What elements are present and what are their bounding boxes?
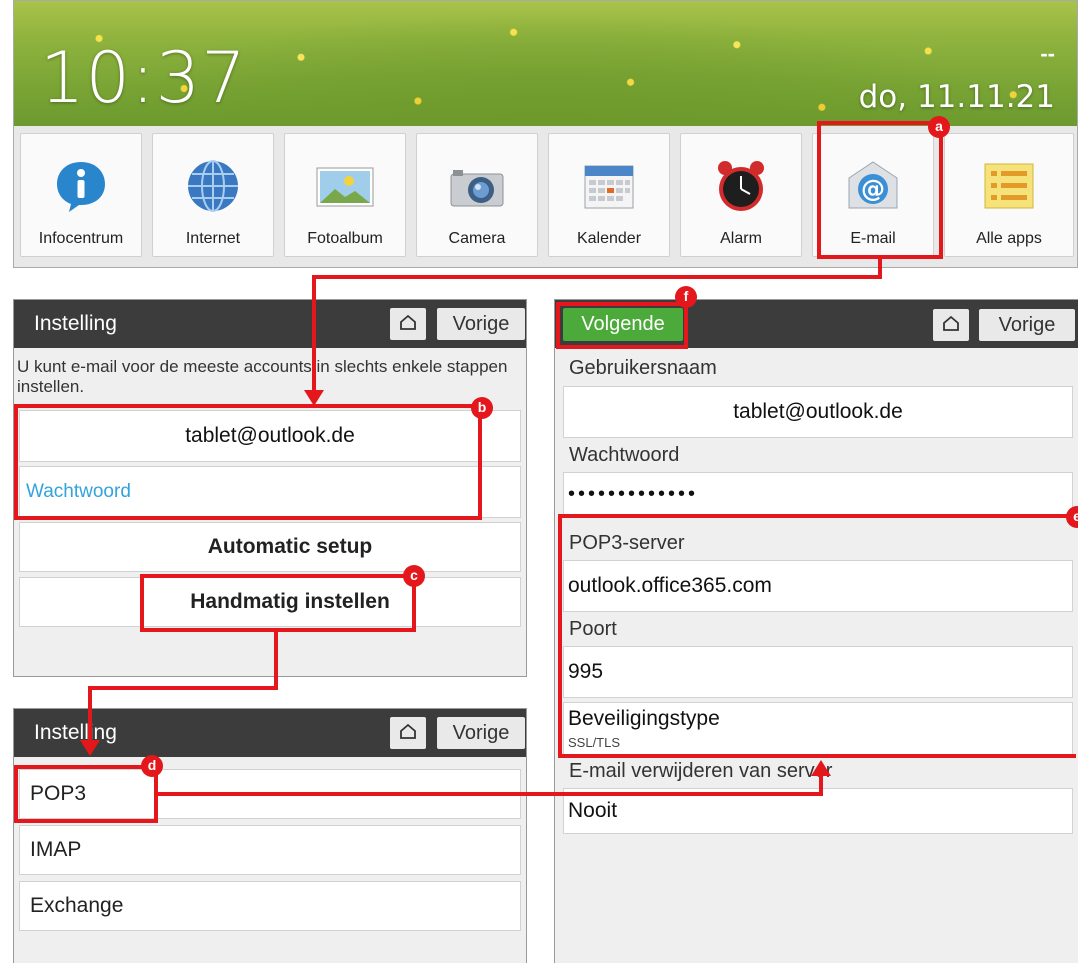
app-email[interactable]: @ E-mail [812,133,934,257]
intro-text: U kunt e-mail voor de meeste accounts in… [17,357,508,396]
home-icon [400,723,416,739]
badge-f: f [675,286,697,308]
delete-label: E-mail verwijderen van server [569,760,833,782]
back-button[interactable]: Vorige [437,308,525,340]
password-field[interactable]: Wachtwoord [19,466,521,518]
username-label: Gebruikersnaam [569,357,717,379]
app-label: Alle apps [976,230,1042,247]
connector-line [274,632,278,688]
port-label: Poort [569,618,617,640]
status-indicator: -- [1040,41,1055,66]
incoming-server-panel: Volgende Vorige Gebruikersnaam tablet@ou… [554,299,1078,963]
home-button[interactable] [933,309,969,341]
app-alle-apps[interactable]: Alle apps [944,133,1074,257]
username-field[interactable]: tablet@outlook.de [563,386,1073,438]
back-button[interactable]: Vorige [979,309,1075,341]
app-label: Internet [185,230,241,247]
connector-line [158,792,823,796]
panel-title: Instelling [34,312,117,335]
panel-title: Instelling [34,721,117,744]
badge-b: b [471,397,493,419]
info-icon [57,162,105,212]
title-bar: Volgende Vorige [555,300,1078,348]
svg-text:@: @ [861,175,885,203]
home-screen: 10:37 -- do, 11.11.21 Infocentrum Intern… [13,0,1078,268]
app-alarm[interactable]: Alarm [680,133,802,257]
setup-account-panel: Instelling Vorige U kunt e-mail voor de … [13,299,527,677]
option-exchange[interactable]: Exchange [19,881,521,931]
back-button[interactable]: Vorige [437,717,525,749]
server-field[interactable]: outlook.office365.com [563,560,1073,612]
security-value: SSL/TLS [568,735,621,750]
arrow-head-icon [811,760,831,776]
next-button[interactable]: Volgende [563,308,683,341]
server-label: POP3-server [569,532,685,554]
port-field[interactable]: 995 [563,646,1073,698]
app-fotoalbum[interactable]: Fotoalbum [284,133,406,257]
app-label: Fotoalbum [307,230,383,247]
badge-c: c [403,565,425,587]
clock: 10:37 [40,37,247,119]
badge-a: a [928,116,950,138]
photo-icon [316,167,374,207]
security-type-selector[interactable]: Beveiligingstype SSL/TLS [563,702,1073,756]
title-bar: Instelling Vorige [14,300,526,348]
connector-line [88,686,278,690]
home-icon [943,315,959,331]
app-label: Camera [448,230,506,247]
automatic-setup-button[interactable]: Automatic setup [19,522,521,572]
manual-setup-button[interactable]: Handmatig instellen [19,577,521,627]
connector-line [88,686,92,746]
app-label: Alarm [720,230,762,247]
app-label: Kalender [576,230,642,247]
globe-icon [188,160,238,212]
calendar-icon [584,165,634,209]
list-icon [984,163,1034,209]
connector-line [312,275,882,279]
email-field[interactable]: tablet@outlook.de [19,410,521,462]
option-imap[interactable]: IMAP [19,825,521,875]
arrow-head-icon [304,390,324,406]
app-camera[interactable]: Camera [416,133,538,257]
date: do, 11.11.21 [858,79,1055,115]
home-button[interactable] [390,717,426,749]
security-label: Beveiligingstype [568,707,720,730]
badge-d: d [141,755,163,777]
app-infocentrum[interactable]: Infocentrum [20,133,142,257]
arrow-head-icon [80,740,100,756]
password-field[interactable]: ••••••••••••• [563,472,1073,516]
connector-line [312,275,316,397]
camera-icon [450,170,504,207]
alarm-clock-icon [718,161,764,211]
home-icon [400,314,416,330]
app-label: Infocentrum [38,230,124,247]
app-kalender[interactable]: Kalender [548,133,670,257]
app-label: E-mail [850,230,896,247]
email-at-icon: @ [848,161,898,209]
app-internet[interactable]: Internet [152,133,274,257]
password-label: Wachtwoord [569,444,680,466]
home-button[interactable] [390,308,426,340]
